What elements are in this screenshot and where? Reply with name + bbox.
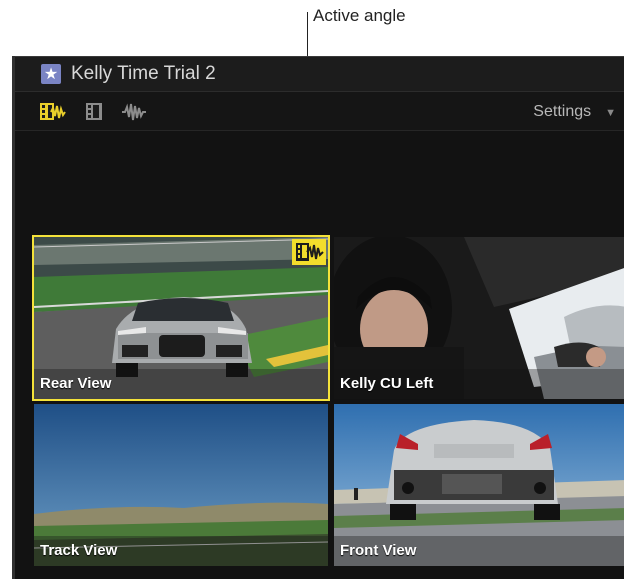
clip-title: Kelly Time Trial 2: [71, 63, 216, 84]
audio-only-icon[interactable]: [121, 102, 147, 122]
angle-front-view[interactable]: Front View: [334, 404, 624, 566]
viewer-toolbar: Settings ▼: [15, 92, 624, 131]
angle-label: Rear View: [40, 375, 112, 392]
angle-viewer: ★ Kelly Time Trial 2 Settings ▼ Rear Vie…: [12, 56, 624, 579]
video-and-audio-icon: [296, 243, 324, 261]
angle-label: Front View: [340, 542, 417, 559]
angle-label: Track View: [40, 542, 118, 559]
settings-menu[interactable]: Settings ▼: [533, 103, 616, 121]
viewer-titlebar: ★ Kelly Time Trial 2: [15, 56, 624, 92]
multicam-clip-icon: ★: [41, 64, 61, 84]
active-angle-callout: Active angle: [313, 6, 406, 25]
video-only-icon[interactable]: [85, 102, 103, 122]
angle-track-view[interactable]: Track View: [34, 404, 328, 566]
angle-rear-view[interactable]: Rear View: [32, 235, 330, 401]
active-angle-badge: [292, 239, 326, 265]
angle-kelly-cu-left[interactable]: Kelly CU Left: [334, 237, 624, 399]
settings-label: Settings: [533, 103, 592, 120]
video-and-audio-icon[interactable]: [39, 102, 67, 122]
angle-label: Kelly CU Left: [340, 375, 434, 392]
chevron-down-icon: ▼: [605, 107, 616, 119]
